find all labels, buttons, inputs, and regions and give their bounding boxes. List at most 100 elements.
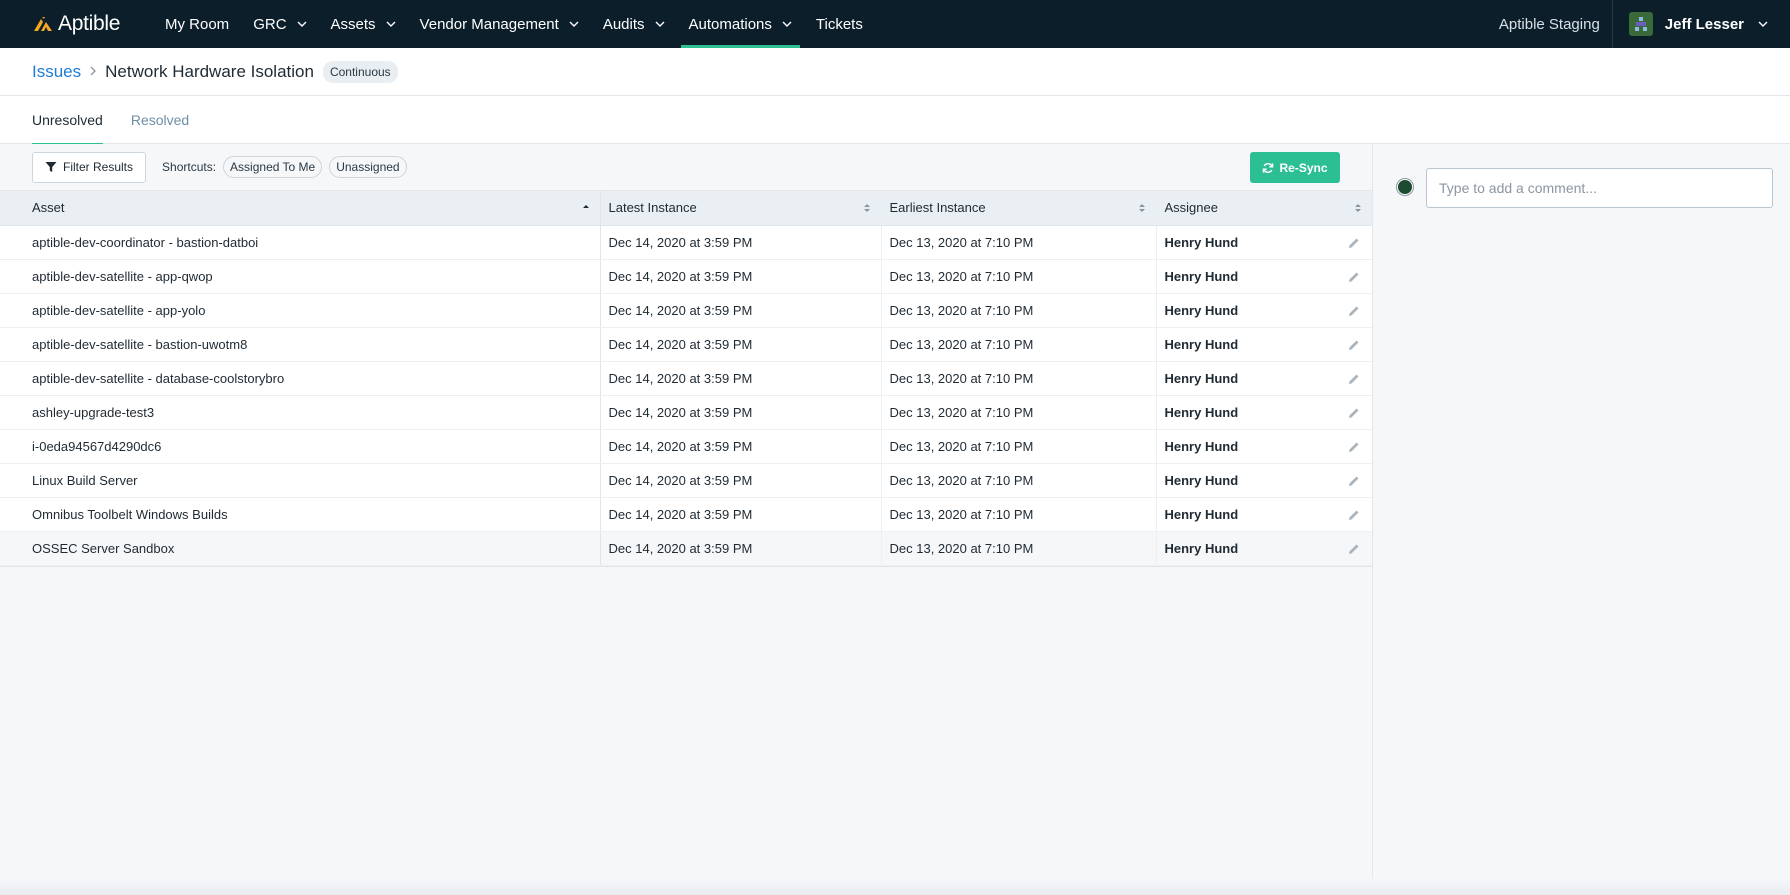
resync-label: Re-Sync — [1279, 160, 1328, 175]
latest-instance-cell-text: Dec 14, 2020 at 3:59 PM — [608, 370, 753, 386]
earliest-instance-cell: Dec 13, 2020 at 7:10 PM — [881, 463, 1157, 498]
page-title: Network Hardware Isolation — [105, 61, 314, 81]
assignee-cell: Henry Hund — [1156, 293, 1372, 328]
app-logo[interactable]: Aptible — [32, 12, 140, 36]
latest-instance-cell: Dec 14, 2020 at 3:59 PM — [600, 225, 882, 260]
pencil-icon[interactable] — [1346, 473, 1362, 489]
assignee-cell-text: Henry Hund — [1164, 540, 1239, 556]
nav-item-grc[interactable]: GRC — [245, 0, 314, 48]
shortcut-assigned-to-me[interactable]: Assigned To Me — [223, 156, 323, 178]
assignee-cell-text: Henry Hund — [1164, 472, 1239, 488]
earliest-instance-cell-text: Dec 13, 2020 at 7:10 PM — [889, 404, 1034, 420]
nav-item-vendor-management[interactable]: Vendor Management — [412, 0, 587, 48]
assignee-cell: Henry Hund — [1156, 395, 1372, 430]
nav-item-label: Audits — [602, 15, 645, 33]
assignee-cell: Henry Hund — [1156, 463, 1372, 498]
comment-input[interactable] — [1426, 168, 1773, 208]
table-row[interactable]: Omnibus Toolbelt Windows Builds Dec 14, 2… — [0, 497, 1372, 532]
column-header-assignee[interactable]: Assignee — [1156, 191, 1372, 226]
assignee-cell: Henry Hund — [1156, 361, 1372, 396]
earliest-instance-cell-text: Dec 13, 2020 at 7:10 PM — [889, 370, 1034, 386]
table-row[interactable]: ashley-upgrade-test3 Dec 14, 2020 at 3:59… — [0, 395, 1372, 430]
table-row[interactable]: aptible-dev-satellite - app-qwop Dec 14, … — [0, 259, 1372, 294]
earliest-instance-cell-text: Dec 13, 2020 at 7:10 PM — [889, 302, 1034, 318]
pencil-icon[interactable] — [1346, 541, 1362, 557]
nav-item-label: GRC — [253, 15, 287, 33]
column-header-asset[interactable]: Asset — [0, 191, 601, 226]
status-badge: Continuous — [322, 60, 398, 83]
asset-cell: i-0eda94567d4290dc6 — [0, 429, 601, 464]
pencil-icon[interactable] — [1346, 371, 1362, 387]
latest-instance-cell-text: Dec 14, 2020 at 3:59 PM — [608, 268, 753, 284]
chevron-down-icon — [782, 21, 792, 27]
table-row[interactable]: i-0eda94567d4290dc6 Dec 14, 2020 at 3:59 … — [0, 429, 1372, 464]
comments-panel — [1372, 144, 1790, 895]
bottom-edge — [0, 878, 1790, 895]
resync-button[interactable]: Re-Sync — [1250, 152, 1340, 183]
asset-cell-text: i-0eda94567d4290dc6 — [32, 438, 162, 454]
table-body: aptible-dev-coordinator - bastion-datboi… — [0, 225, 1372, 566]
pencil-icon[interactable] — [1346, 303, 1362, 319]
pencil-icon[interactable] — [1346, 405, 1362, 421]
asset-cell-text: aptible-dev-coordinator - bastion-datboi — [32, 234, 259, 250]
table-row[interactable]: aptible-dev-satellite - database-coolsto… — [0, 361, 1372, 396]
nav-item-assets[interactable]: Assets — [323, 0, 404, 48]
column-header-label: Assignee — [1164, 200, 1218, 216]
breadcrumb: Issues Network Hardware Isolation Contin… — [0, 48, 1790, 96]
earliest-instance-cell: Dec 13, 2020 at 7:10 PM — [881, 531, 1157, 566]
nav-item-my-room[interactable]: My Room — [157, 0, 237, 48]
asset-cell-text: aptible-dev-satellite - app-yolo — [32, 302, 206, 318]
avatar — [1397, 179, 1413, 195]
refresh-icon — [1263, 162, 1274, 173]
latest-instance-cell: Dec 14, 2020 at 3:59 PM — [600, 463, 882, 498]
table-row[interactable]: aptible-dev-coordinator - bastion-datboi… — [0, 225, 1372, 260]
column-header-latest-instance[interactable]: Latest Instance — [600, 191, 882, 226]
asset-cell-text: aptible-dev-satellite - database-coolsto… — [32, 370, 285, 386]
pencil-icon[interactable] — [1346, 507, 1362, 523]
pencil-icon[interactable] — [1346, 337, 1362, 353]
table-row[interactable]: aptible-dev-satellite - bastion-uwotm8 De… — [0, 327, 1372, 362]
column-header-earliest-instance[interactable]: Earliest Instance — [881, 191, 1157, 226]
assignee-cell-text: Henry Hund — [1164, 404, 1239, 420]
latest-instance-cell: Dec 14, 2020 at 3:59 PM — [600, 293, 882, 328]
pencil-icon[interactable] — [1346, 235, 1362, 251]
breadcrumb-issues-link[interactable]: Issues — [32, 62, 81, 82]
nav-item-label: Automations — [688, 15, 772, 33]
assignee-cell-text: Henry Hund — [1164, 336, 1239, 352]
latest-instance-cell-text: Dec 14, 2020 at 3:59 PM — [608, 540, 753, 556]
pencil-icon[interactable] — [1346, 269, 1362, 285]
sort-icon — [1138, 204, 1145, 212]
latest-instance-cell: Dec 14, 2020 at 3:59 PM — [600, 531, 882, 566]
table-row[interactable]: Linux Build Server Dec 14, 2020 at 3:59 P… — [0, 463, 1372, 498]
pencil-icon[interactable] — [1346, 439, 1362, 455]
table-row[interactable]: OSSEC Server Sandbox Dec 14, 2020 at 3:59… — [0, 531, 1372, 566]
nav-item-automations[interactable]: Automations — [680, 0, 801, 48]
earliest-instance-cell: Dec 13, 2020 at 7:10 PM — [881, 497, 1157, 532]
nav-item-audits[interactable]: Audits — [595, 0, 673, 48]
chevron-down-icon — [297, 21, 307, 27]
user-menu[interactable]: Jeff Lesser — [1611, 0, 1790, 48]
chevron-right-icon — [89, 64, 97, 79]
assignee-cell-text: Henry Hund — [1164, 506, 1239, 522]
table-row[interactable]: aptible-dev-satellite - app-yolo Dec 14, … — [0, 293, 1372, 328]
earliest-instance-cell-text: Dec 13, 2020 at 7:10 PM — [889, 438, 1034, 454]
earliest-instance-cell-text: Dec 13, 2020 at 7:10 PM — [889, 234, 1034, 250]
earliest-instance-cell: Dec 13, 2020 at 7:10 PM — [881, 293, 1157, 328]
chevron-down-icon — [569, 21, 579, 27]
earliest-instance-cell-text: Dec 13, 2020 at 7:10 PM — [889, 268, 1034, 284]
avatar — [1628, 12, 1653, 36]
tab-unresolved[interactable]: Unresolved — [32, 96, 103, 145]
issues-table: Asset Latest Instance Earliest Instance … — [0, 191, 1372, 567]
org-name[interactable]: Aptible Staging — [1499, 0, 1612, 48]
chevron-down-icon — [386, 21, 396, 27]
tab-resolved[interactable]: Resolved — [131, 96, 189, 144]
asset-cell-text: OSSEC Server Sandbox — [32, 540, 175, 556]
assignee-cell-text: Henry Hund — [1164, 302, 1239, 318]
asset-cell: OSSEC Server Sandbox — [0, 531, 601, 566]
top-nav: Aptible My Room GRC Assets Vendor Managemen… — [0, 0, 1790, 48]
filter-results-button[interactable]: Filter Results — [32, 151, 147, 183]
nav-item-tickets[interactable]: Tickets — [808, 0, 871, 48]
asset-cell: ashley-upgrade-test3 — [0, 395, 601, 430]
sort-ascending-icon — [582, 205, 589, 208]
shortcut-unassigned[interactable]: Unassigned — [329, 156, 407, 178]
